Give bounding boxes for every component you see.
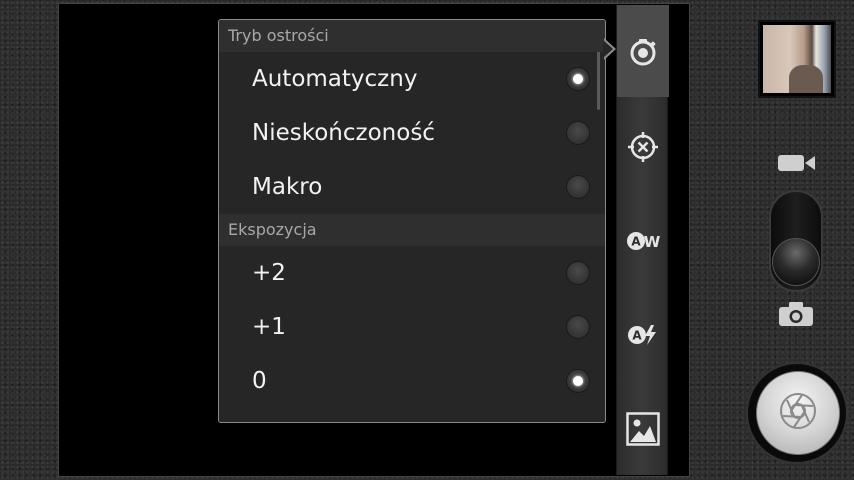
popup-pointer-fill [603,40,613,58]
radio-button[interactable] [566,315,590,339]
aperture-icon [778,391,818,435]
radio-button[interactable] [566,261,590,285]
option-label: +2 [252,260,286,286]
option-label: Nieskończoność [252,120,435,146]
focus-option-macro[interactable]: Makro [219,160,605,214]
camera-settings-button[interactable] [617,5,669,97]
last-photo-thumbnail[interactable] [758,20,836,98]
gallery-image-icon [626,412,660,446]
photo-camera-icon[interactable] [777,300,815,332]
camera-settings-popup: Tryb ostrości Automatyczny Nieskończonoś… [218,19,606,423]
svg-text:A: A [631,235,641,249]
exposure-option-zero[interactable]: 0 [219,354,605,408]
focus-mode-button[interactable] [617,101,669,193]
video-camera-icon[interactable] [776,150,818,180]
radio-button-checked[interactable] [566,369,590,393]
white-balance-button[interactable]: A W [617,195,669,287]
focus-target-icon [627,131,659,163]
flash-auto-icon: A [627,323,659,347]
focus-option-infinity[interactable]: Nieskończoność [219,106,605,160]
white-balance-glyph: W [644,233,660,251]
focus-option-auto[interactable]: Automatyczny [219,52,605,106]
exposure-option-plus2[interactable]: +2 [219,246,605,300]
option-label: Makro [252,174,323,200]
option-label: +1 [252,314,286,340]
exposure-header: Ekspozycja [219,214,605,246]
option-label: Automatyczny [252,66,418,92]
settings-strip: A W A [616,5,669,475]
thumbnail-image [763,25,831,93]
radio-button[interactable] [566,175,590,199]
camera-settings-icon [628,36,658,66]
flash-mode-button[interactable]: A [617,289,669,381]
exposure-option-plus1[interactable]: +1 [219,300,605,354]
shutter-button[interactable] [756,371,840,455]
option-label: 0 [252,368,267,394]
gallery-button[interactable] [617,383,669,475]
flash-glyph: A [632,329,642,343]
radio-button[interactable] [566,121,590,145]
radio-button-checked[interactable] [566,67,590,91]
white-balance-auto-icon: A W [626,229,660,253]
focus-mode-header: Tryb ostrości [219,20,605,52]
switch-knob[interactable] [772,238,820,286]
